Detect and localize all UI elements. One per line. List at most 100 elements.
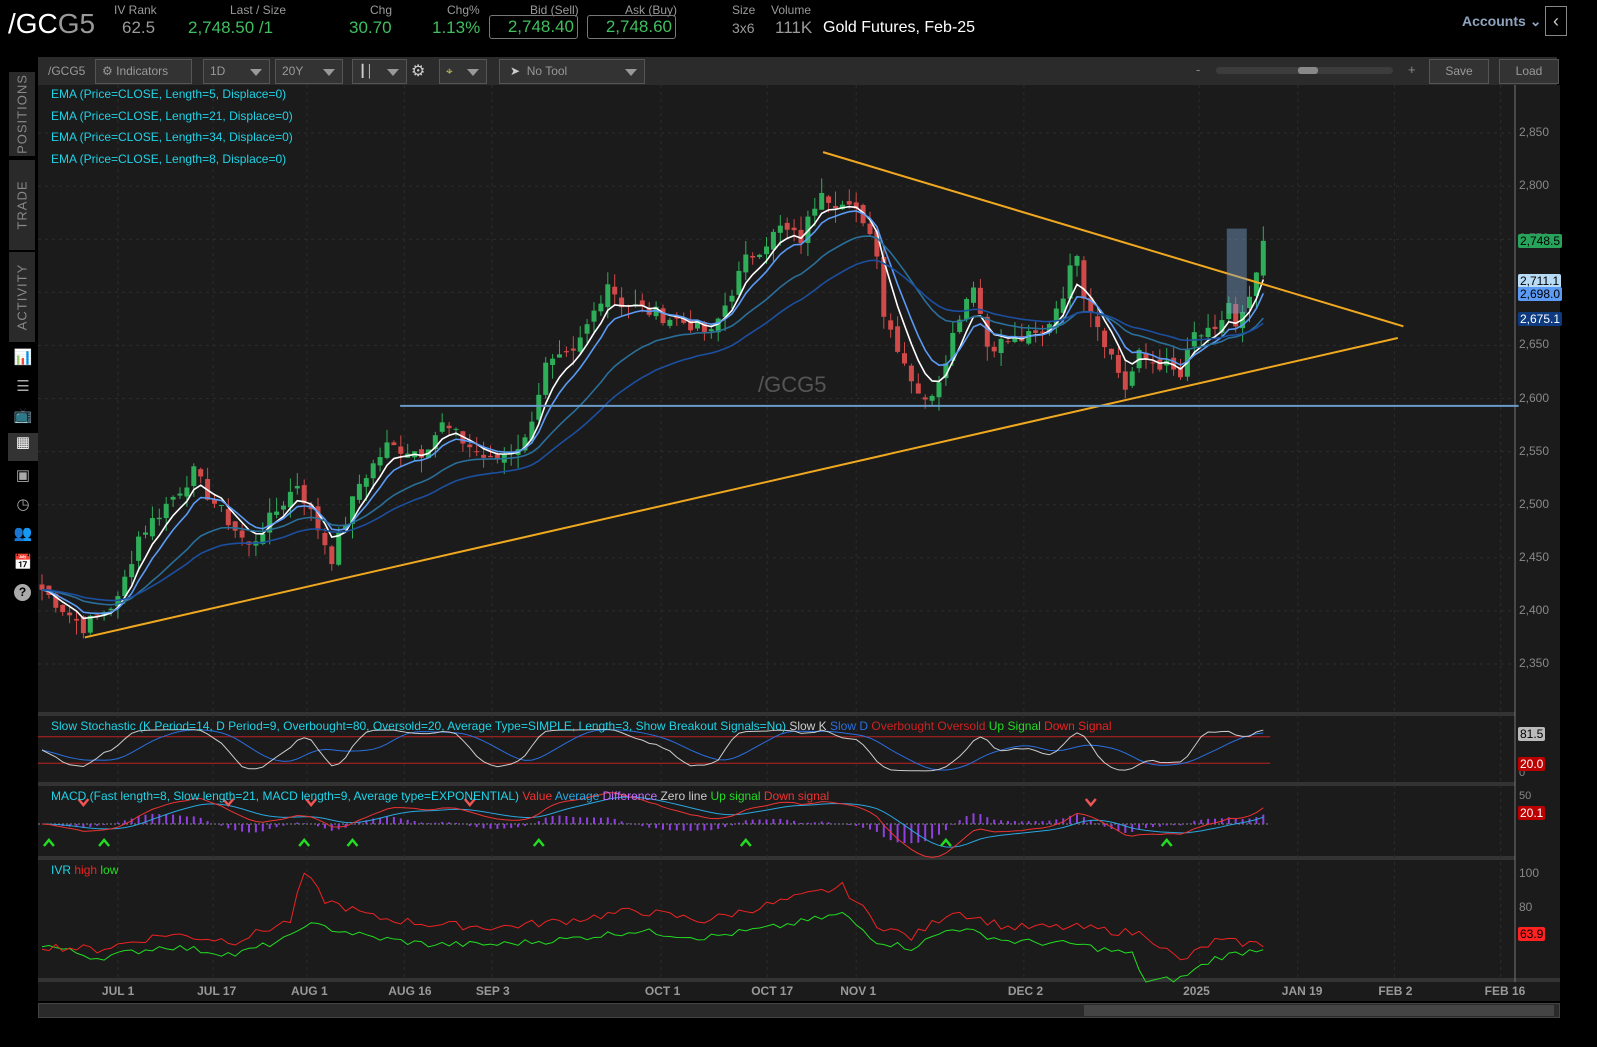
candle-body [833, 205, 838, 209]
candle-body [156, 517, 162, 520]
candle-body [439, 422, 445, 432]
candle-body [1109, 348, 1114, 355]
candle-body [750, 255, 756, 258]
candle-body [94, 614, 100, 616]
legend-item: Slow K [786, 719, 831, 733]
candle-body [1260, 240, 1266, 276]
candle-body [895, 326, 901, 352]
watermark: /GCG5 [758, 372, 827, 397]
y-tick-label: 2,500 [1519, 496, 1550, 511]
candle-body [384, 442, 390, 458]
panel-divider [38, 978, 1560, 982]
candle-body [867, 223, 873, 234]
candle-body [281, 505, 286, 510]
candle-body [287, 491, 293, 508]
x-tick-label: JAN 19 [1281, 984, 1323, 998]
candle-body [598, 303, 604, 312]
candle-body [757, 254, 763, 258]
ema-21-legend: EMA (Price=CLOSE, Length=21, Displace=0) [51, 109, 293, 123]
candle-body [398, 446, 404, 454]
candle-body [1102, 330, 1108, 348]
candle-body [902, 353, 907, 364]
legend-item: Zero line [660, 789, 711, 803]
candle [336, 527, 342, 567]
y-tick-label: 2,850 [1519, 125, 1550, 139]
candle-body [936, 382, 942, 398]
candle-body [184, 487, 190, 497]
macd-legend: MACD (Fast length=8, Slow length=21, MAC… [51, 789, 829, 803]
candle-body [784, 222, 790, 230]
price-axis [1515, 85, 1560, 978]
candle-body [239, 530, 245, 538]
candle-body [570, 348, 576, 351]
candle-body [377, 457, 383, 466]
candle-body [1081, 260, 1087, 299]
candle-body [108, 608, 114, 611]
x-tick-label: OCT 1 [644, 984, 681, 998]
legend-item: high [71, 863, 101, 877]
panel-divider [38, 856, 1560, 860]
candle-body [1157, 359, 1163, 370]
stochastic-title: Slow Stochastic (K Period=14, D Period=9… [51, 719, 786, 733]
candle-body [777, 225, 783, 233]
candle-body [494, 454, 500, 459]
y-tick-label: 2,650 [1519, 337, 1550, 352]
candle-body [198, 469, 204, 477]
panel-divider [38, 782, 1560, 786]
x-tick-label: NOV 1 [840, 984, 877, 998]
legend-item: low [100, 863, 119, 877]
candle-body [915, 383, 921, 394]
candle-body [577, 337, 583, 352]
candle-body [143, 532, 148, 535]
candle-body [812, 208, 818, 216]
candle-body [729, 295, 735, 302]
x-tick-label: OCT 17 [751, 984, 794, 998]
x-tick-label: AUG 16 [388, 984, 432, 998]
x-tick-label: JUL 17 [197, 984, 237, 998]
candle-body [1005, 341, 1011, 343]
candle-body [846, 201, 852, 205]
candle-body [991, 346, 997, 352]
legend-item: Average [554, 789, 603, 803]
candle-body [39, 584, 45, 590]
candle-body [591, 310, 597, 322]
candle-body [764, 246, 769, 255]
stochastic-legend: Slow Stochastic (K Period=14, D Period=9… [51, 719, 1112, 733]
candle-body [136, 536, 142, 561]
candle-body [612, 286, 618, 295]
price-tag: 2,748.5 [1518, 233, 1563, 248]
horizontal-scrollbar[interactable] [38, 1003, 1560, 1018]
candle-body [563, 351, 569, 353]
stoch-oversold-tag: 20.0 [1518, 757, 1546, 771]
candle-body [67, 612, 73, 616]
x-tick-label: JUL 1 [101, 984, 135, 998]
candle-body [467, 444, 473, 448]
candle-body [336, 532, 342, 565]
ema-8-legend: EMA (Price=CLOSE, Length=8, Displace=0) [51, 152, 287, 166]
candle-body [370, 463, 376, 479]
y-tick-label: 2,800 [1519, 178, 1550, 193]
candle-body [584, 324, 590, 334]
candle-body [170, 496, 176, 500]
time-axis [38, 982, 1560, 1001]
highlight-box [1226, 228, 1247, 314]
legend-item: Value [519, 789, 555, 803]
candle-body [322, 533, 328, 546]
candle-body [294, 485, 300, 489]
legend-item: Up Signal [988, 719, 1045, 733]
x-tick-label: AUG 1 [290, 984, 328, 998]
legend-item: Oversold [937, 719, 989, 733]
legend-item: Difference [602, 789, 661, 803]
candle-body [543, 362, 549, 395]
candle-body [1129, 371, 1135, 386]
candle-body [1212, 326, 1218, 330]
x-tick-label: DEC 2 [1007, 984, 1044, 998]
candle-body [363, 478, 369, 487]
scrollbar-thumb[interactable] [1084, 1005, 1554, 1016]
candle-body [736, 270, 742, 295]
candle-body [129, 564, 135, 578]
legend-item: Overbought [871, 719, 938, 733]
candle-body [667, 319, 673, 326]
macd-value-tag: 20.1 [1518, 806, 1546, 820]
ivr-legend: IVR high low [51, 863, 118, 877]
